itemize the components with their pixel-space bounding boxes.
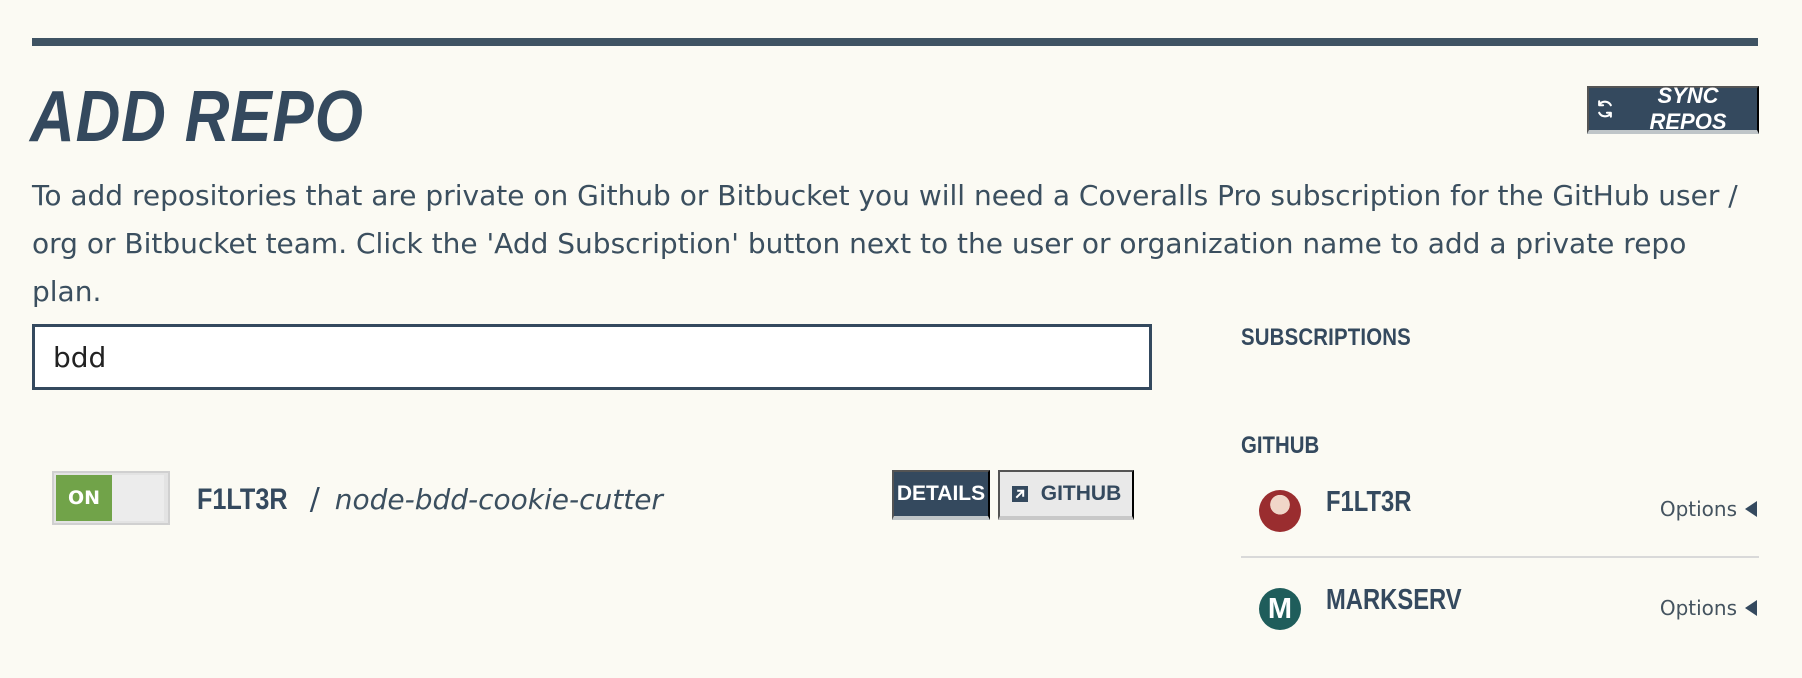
subscriptions-heading: SUBSCRIPTIONS [1241,324,1411,351]
caret-left-icon [1745,600,1757,616]
github-provider-heading: GITHUB [1241,432,1320,459]
caret-left-icon [1745,501,1757,517]
repo-separator: / [309,482,320,517]
repo-row: ON F1LT3R / node-bdd-cookie-cutter DETAI… [52,466,1142,532]
repo-name: F1LT3R / node-bdd-cookie-cutter [197,482,663,518]
options-label: Options [1659,497,1737,521]
page-title: ADD REPO [30,77,364,157]
subscription-name: MARKSERV [1326,584,1462,616]
github-button-label: GITHUB [1040,482,1122,505]
repo-title: node-bdd-cookie-cutter [334,483,663,516]
options-toggle[interactable]: Options [1660,596,1757,620]
user-avatar [1259,490,1301,532]
subscription-item: F1LT3R Options [1241,462,1759,558]
toggle-on-label: ON [56,475,112,521]
options-label: Options [1659,596,1737,620]
external-link-icon [1011,485,1029,503]
repo-toggle[interactable]: ON [52,471,170,525]
repo-search-input[interactable] [32,324,1152,390]
details-button[interactable]: DETAILS [892,470,990,520]
top-rule [32,38,1758,46]
repo-owner: F1LT3R [197,483,288,516]
subscription-item: M MARKSERV Options [1241,564,1759,658]
sync-repos-label: SYNC REPOS [1649,83,1727,134]
options-toggle[interactable]: Options [1660,497,1757,521]
subscription-name: F1LT3R [1326,486,1412,518]
sync-icon [1595,99,1615,119]
github-button[interactable]: GITHUB [998,470,1134,520]
toggle-knob [112,475,164,521]
sync-repos-button[interactable]: SYNC REPOS [1587,83,1759,134]
intro-text: To add repositories that are private on … [32,179,1738,308]
markserv-avatar: M [1259,588,1301,630]
